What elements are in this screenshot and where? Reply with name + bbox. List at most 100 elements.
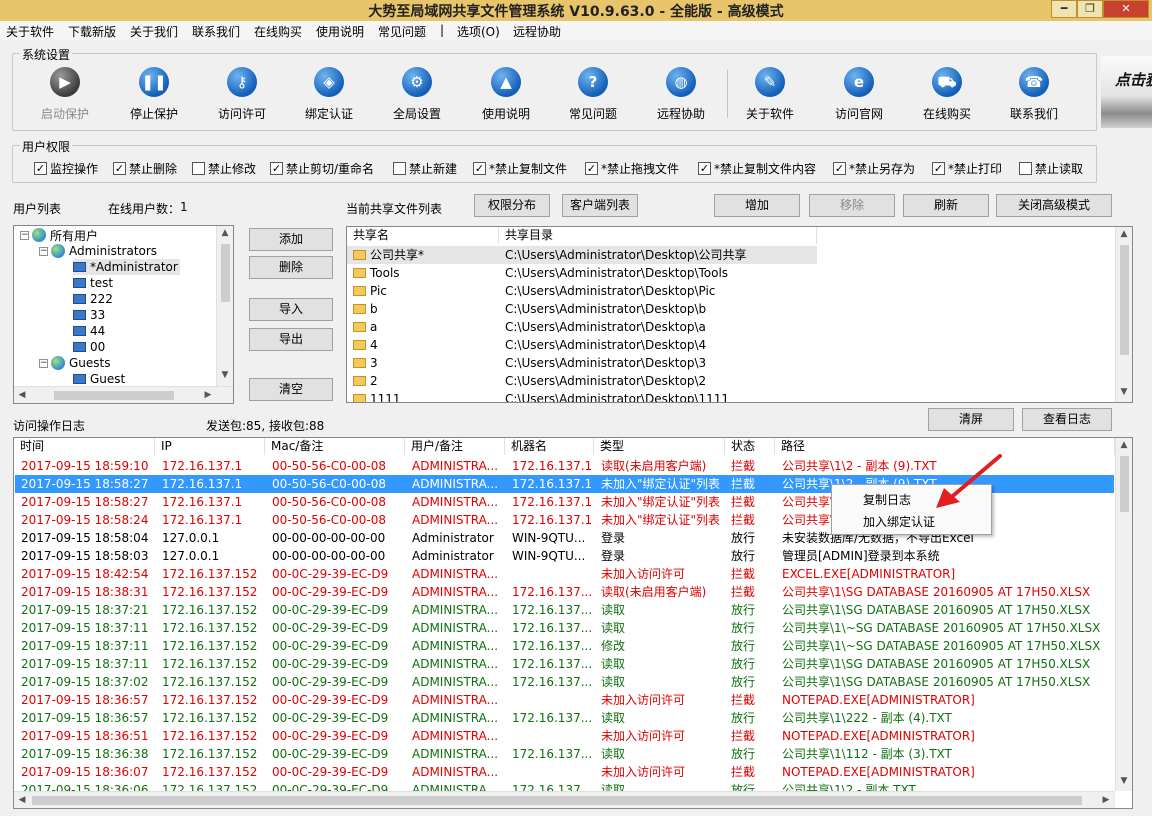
- user-tree-hscrollbar[interactable]: ◀ ▶: [14, 386, 233, 403]
- log-row[interactable]: 2017-09-15 18:37:02 172.16.137.152 00-0C-2…: [15, 673, 1114, 691]
- perm-deny-read[interactable]: 禁止读取: [1019, 160, 1083, 176]
- tree-node-user-33[interactable]: 33: [73, 307, 105, 323]
- refresh-button[interactable]: 刷新: [903, 194, 989, 217]
- close-advanced-mode-button[interactable]: 关闭高级模式: [996, 194, 1112, 217]
- checkbox-checked-icon[interactable]: ✓: [932, 161, 945, 175]
- instructions-button[interactable]: ▲ 使用说明: [466, 64, 546, 122]
- log-row[interactable]: 2017-09-15 18:36:57 172.16.137.152 00-0C-2…: [15, 709, 1114, 727]
- context-copy-log[interactable]: 复制日志: [863, 491, 911, 508]
- tree-node-user-administrator[interactable]: *Administrator: [73, 259, 180, 275]
- share-row[interactable]: 4 C:\Users\Administrator\Desktop\4: [347, 336, 817, 354]
- log-row[interactable]: 2017-09-15 18:37:21 172.16.137.152 00-0C-2…: [15, 601, 1114, 619]
- clear-users-button[interactable]: 清空: [249, 378, 333, 401]
- column-header-share-name[interactable]: 共享名: [347, 227, 499, 244]
- scroll-down-icon[interactable]: ▼: [1116, 776, 1132, 786]
- checkbox-unchecked-icon[interactable]: [393, 161, 406, 175]
- perm-monitor-operation[interactable]: ✓ 监控操作: [34, 160, 98, 176]
- permission-distribution-button[interactable]: 权限分布: [474, 194, 550, 217]
- perm-deny-create[interactable]: 禁止新建: [393, 160, 457, 176]
- user-tree[interactable]: − 所有用户 − Administrators *Administrator tes…: [13, 225, 234, 404]
- stop-protection-button[interactable]: ❚❚ 停止保护: [114, 64, 194, 122]
- export-users-button[interactable]: 导出: [249, 328, 333, 351]
- column-header-type[interactable]: 类型: [594, 438, 725, 455]
- scroll-right-icon[interactable]: ▶: [200, 390, 216, 400]
- menu-buy-online[interactable]: 在线购买: [254, 23, 302, 40]
- column-header-status[interactable]: 状态: [725, 438, 775, 455]
- checkbox-unchecked-icon[interactable]: [1019, 161, 1032, 175]
- perm-deny-save-as[interactable]: ✓ *禁止另存为: [833, 160, 915, 176]
- column-header-time[interactable]: 时间: [14, 438, 155, 455]
- share-row[interactable]: 2 C:\Users\Administrator\Desktop\2: [347, 372, 817, 390]
- log-row[interactable]: 2017-09-15 18:36:51 172.16.137.152 00-0C-2…: [15, 727, 1114, 745]
- faq-button[interactable]: ? 常见问题: [553, 64, 633, 122]
- collapse-icon[interactable]: −: [39, 358, 48, 368]
- collapse-icon[interactable]: −: [20, 230, 29, 240]
- scroll-thumb[interactable]: [221, 244, 230, 302]
- checkbox-checked-icon[interactable]: ✓: [113, 161, 126, 175]
- brand-logo-banner[interactable]: 点击获: [1101, 56, 1152, 128]
- tree-node-user-test[interactable]: test: [73, 275, 113, 291]
- log-row[interactable]: 2017-09-15 18:37:11 172.16.137.152 00-0C-2…: [15, 637, 1114, 655]
- share-row[interactable]: 公司共享* C:\Users\Administrator\Desktop\公司共…: [347, 246, 817, 264]
- scroll-left-icon[interactable]: ◀: [14, 390, 30, 400]
- checkbox-unchecked-icon[interactable]: [192, 161, 205, 175]
- collapse-icon[interactable]: −: [39, 246, 48, 256]
- log-row[interactable]: 2017-09-15 18:37:11 172.16.137.152 00-0C-2…: [15, 619, 1114, 637]
- share-row[interactable]: b C:\Users\Administrator\Desktop\b: [347, 300, 817, 318]
- scroll-up-icon[interactable]: ▲: [1116, 440, 1132, 450]
- perm-deny-copy-content[interactable]: ✓ *禁止复制文件内容: [698, 160, 816, 176]
- tree-node-user-guest[interactable]: Guest: [73, 371, 125, 387]
- menu-about-us[interactable]: 关于我们: [130, 23, 178, 40]
- view-log-button[interactable]: 查看日志: [1022, 408, 1112, 431]
- share-row[interactable]: Tools C:\Users\Administrator\Desktop\Too…: [347, 264, 817, 282]
- share-row[interactable]: 1111 C:\Users\Administrator\Desktop\1111: [347, 390, 817, 402]
- tree-node-all-users[interactable]: − 所有用户: [20, 227, 98, 243]
- share-list[interactable]: 共享名 共享目录 公司共享* C:\Users\Administrator\De…: [346, 226, 1133, 403]
- share-row[interactable]: Pic C:\Users\Administrator\Desktop\Pic: [347, 282, 817, 300]
- scroll-up-icon[interactable]: ▲: [1116, 229, 1132, 239]
- log-hscrollbar[interactable]: ◀ ▶: [14, 791, 1115, 808]
- perm-deny-copy-file[interactable]: ✓ *禁止复制文件: [473, 160, 567, 176]
- minimize-button[interactable]: ━: [1051, 0, 1077, 18]
- user-tree-vscrollbar[interactable]: ▲ ▼: [216, 226, 233, 386]
- log-row[interactable]: 2017-09-15 18:42:54 172.16.137.152 00-0C-2…: [15, 565, 1114, 583]
- add-share-button[interactable]: 增加: [714, 194, 800, 217]
- scroll-thumb[interactable]: [1120, 245, 1129, 355]
- tree-node-user-44[interactable]: 44: [73, 323, 105, 339]
- buy-online-button[interactable]: ⛟ 在线购买: [907, 64, 987, 122]
- menu-options[interactable]: 选项(O): [457, 23, 500, 40]
- log-row[interactable]: 2017-09-15 18:36:07 172.16.137.152 00-0C-2…: [15, 763, 1114, 781]
- scroll-left-icon[interactable]: ◀: [14, 795, 30, 805]
- log-row[interactable]: 2017-09-15 18:38:31 172.16.137.152 00-0C-2…: [15, 583, 1114, 601]
- tree-node-user-00[interactable]: 00: [73, 339, 105, 355]
- checkbox-checked-icon[interactable]: ✓: [270, 161, 283, 175]
- column-header-ip[interactable]: IP: [155, 438, 265, 455]
- share-row[interactable]: 3 C:\Users\Administrator\Desktop\3: [347, 354, 817, 372]
- perm-deny-print[interactable]: ✓ *禁止打印: [932, 160, 1002, 176]
- import-users-button[interactable]: 导入: [249, 298, 333, 321]
- tree-node-administrators[interactable]: − Administrators: [39, 243, 157, 259]
- log-row[interactable]: 2017-09-15 18:58:03 127.0.0.1 00-00-00-00-…: [15, 547, 1114, 565]
- menu-about-software[interactable]: 关于软件: [6, 23, 54, 40]
- column-header-user[interactable]: 用户/备注: [405, 438, 505, 455]
- clear-log-button[interactable]: 清屏: [928, 408, 1014, 431]
- checkbox-checked-icon[interactable]: ✓: [585, 161, 598, 175]
- perm-deny-drag-file[interactable]: ✓ *禁止拖拽文件: [585, 160, 679, 176]
- scroll-up-icon[interactable]: ▲: [217, 228, 233, 238]
- scroll-down-icon[interactable]: ▼: [1116, 387, 1132, 397]
- access-permission-button[interactable]: ⚷ 访问许可: [202, 64, 282, 122]
- close-button[interactable]: ✕: [1103, 0, 1149, 18]
- log-row[interactable]: 2017-09-15 18:37:11 172.16.137.152 00-0C-2…: [15, 655, 1114, 673]
- context-add-binding-auth[interactable]: 加入绑定认证: [863, 513, 935, 530]
- tree-node-guests[interactable]: − Guests: [39, 355, 111, 371]
- remote-assist-button[interactable]: ◍ 远程协助: [641, 64, 721, 122]
- perm-deny-cut-rename[interactable]: ✓ 禁止剪切/重命名: [270, 160, 374, 176]
- binding-auth-button[interactable]: ◈ 绑定认证: [289, 64, 369, 122]
- scroll-thumb[interactable]: [32, 796, 1082, 805]
- checkbox-checked-icon[interactable]: ✓: [833, 161, 846, 175]
- log-vscrollbar[interactable]: ▲ ▼: [1115, 438, 1132, 791]
- checkbox-checked-icon[interactable]: ✓: [473, 161, 486, 175]
- add-user-button[interactable]: 添加: [249, 228, 333, 251]
- log-row[interactable]: 2017-09-15 18:36:38 172.16.137.152 00-0C-2…: [15, 745, 1114, 763]
- menu-instructions[interactable]: 使用说明: [316, 23, 364, 40]
